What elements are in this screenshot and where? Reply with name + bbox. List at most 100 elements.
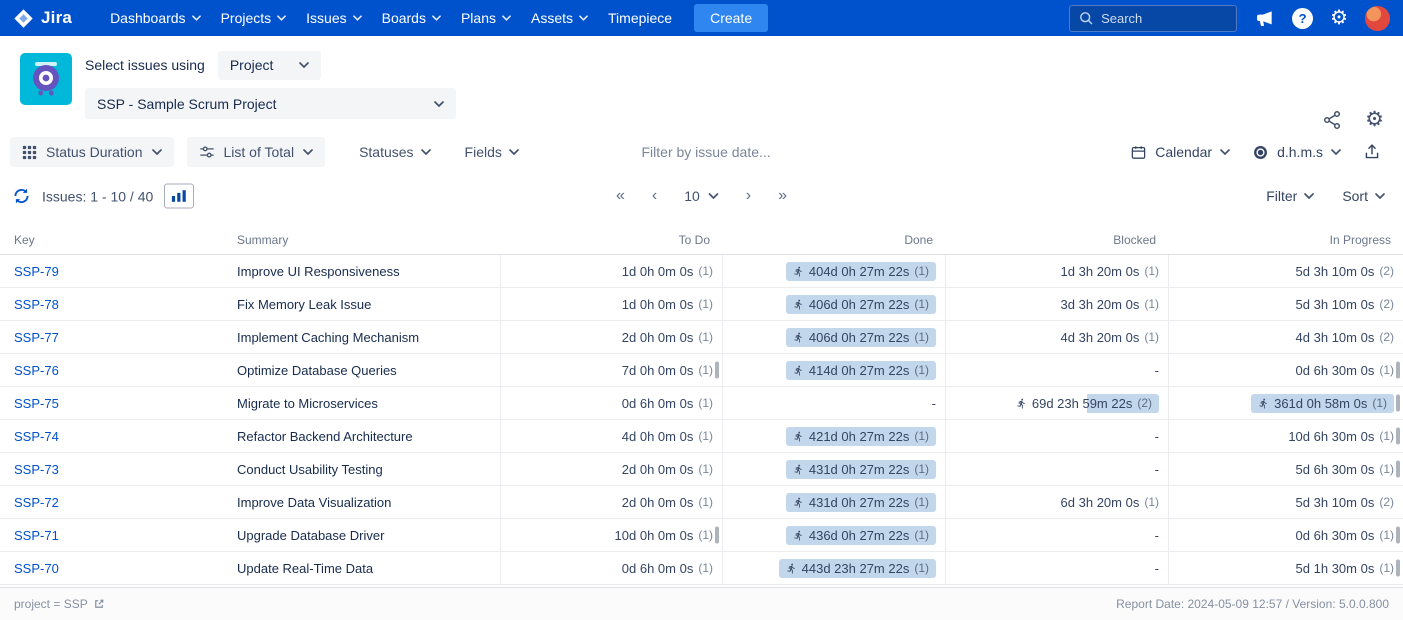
nav-item-assets[interactable]: Assets bbox=[521, 0, 598, 36]
next-page-button[interactable]: › bbox=[746, 187, 751, 205]
in-progress-cell: 5d 3h 10m 0s(2) bbox=[1168, 255, 1403, 287]
project-dropdown-value: SSP - Sample Scrum Project bbox=[97, 96, 276, 112]
cell-scrollbar[interactable] bbox=[1396, 560, 1400, 577]
issue-key-link[interactable]: SSP-72 bbox=[14, 495, 59, 510]
page-size-dropdown[interactable]: 10 bbox=[684, 188, 719, 204]
footer-filter-link[interactable]: project = SSP bbox=[14, 597, 105, 611]
chevron-down-icon bbox=[509, 149, 519, 155]
cell-scrollbar[interactable] bbox=[1396, 395, 1400, 412]
status-count: (1) bbox=[1379, 363, 1394, 377]
duration-format-value: d.h.m.s bbox=[1277, 144, 1323, 160]
issue-key-link[interactable]: SSP-70 bbox=[14, 561, 59, 576]
report-type-dropdown[interactable]: Status Duration bbox=[10, 137, 174, 167]
duration-badge: 421d 0h 27m 22s(1) bbox=[786, 427, 936, 446]
issue-key-link[interactable]: SSP-75 bbox=[14, 396, 59, 411]
cell-scrollbar[interactable] bbox=[715, 362, 719, 379]
issue-key-link[interactable]: SSP-73 bbox=[14, 462, 59, 477]
help-icon[interactable]: ? bbox=[1292, 8, 1313, 29]
issue-source-mode-dropdown[interactable]: Project bbox=[218, 51, 322, 80]
duration-text: 69d 23h 59m 22s bbox=[1032, 396, 1132, 411]
duration-badge: 406d 0h 27m 22s(1) bbox=[786, 328, 936, 347]
cell-scrollbar[interactable] bbox=[715, 527, 719, 544]
duration-format-dropdown[interactable]: d.h.m.s bbox=[1252, 144, 1341, 161]
blocked-cell: 4d 3h 20m 0s(1) bbox=[945, 321, 1168, 353]
sort-label: Sort bbox=[1342, 188, 1368, 204]
report-type-value: Status Duration bbox=[46, 144, 143, 160]
status-count: (1) bbox=[698, 264, 713, 278]
done-cell: 404d 0h 27m 22s(1) bbox=[722, 255, 945, 287]
runner-icon bbox=[793, 464, 804, 475]
issue-key-link[interactable]: SSP-79 bbox=[14, 264, 59, 279]
view-type-dropdown[interactable]: List of Total bbox=[187, 137, 326, 167]
status-count: (1) bbox=[914, 363, 929, 377]
duration-value: - bbox=[1155, 462, 1159, 477]
share-icon[interactable] bbox=[1322, 110, 1342, 130]
search-input[interactable] bbox=[1101, 11, 1221, 26]
issue-summary: Optimize Database Queries bbox=[237, 354, 500, 386]
chart-view-toggle[interactable] bbox=[164, 184, 194, 209]
chevron-down-icon bbox=[1220, 149, 1230, 155]
settings-gear-icon[interactable]: ⚙ bbox=[1330, 8, 1348, 28]
duration-text: 10d 6h 30m 0s bbox=[1288, 429, 1374, 444]
timepiece-app-icon bbox=[20, 53, 72, 105]
duration-value: 5d 1h 30m 0s(1) bbox=[1296, 561, 1394, 576]
table-row: SSP-78Fix Memory Leak Issue1d 0h 0m 0s(1… bbox=[0, 288, 1403, 321]
status-count: (1) bbox=[914, 528, 929, 542]
duration-value: 2d 0h 0m 0s(1) bbox=[622, 462, 713, 477]
issue-date-filter-input[interactable] bbox=[642, 144, 822, 160]
duration-badge: 443d 23h 27m 22s(1) bbox=[779, 559, 936, 578]
done-cell: 443d 23h 27m 22s(1) bbox=[722, 552, 945, 584]
duration-badge: 436d 0h 27m 22s(1) bbox=[786, 526, 936, 545]
duration-badge: 414d 0h 27m 22s(1) bbox=[786, 361, 936, 380]
report-settings-gear-icon[interactable]: ⚙ bbox=[1365, 109, 1384, 130]
user-avatar[interactable] bbox=[1365, 6, 1390, 31]
chevron-down-icon bbox=[579, 15, 588, 21]
issue-key-link[interactable]: SSP-78 bbox=[14, 297, 59, 312]
table-row: SSP-76Optimize Database Queries7d 0h 0m … bbox=[0, 354, 1403, 387]
nav-item-timepiece[interactable]: Timepiece bbox=[598, 0, 682, 36]
cell-scrollbar[interactable] bbox=[1396, 362, 1400, 379]
duration-text: 4d 3h 10m 0s bbox=[1296, 330, 1375, 345]
issue-key-link[interactable]: SSP-76 bbox=[14, 363, 59, 378]
statuses-dropdown[interactable]: Statuses bbox=[359, 144, 430, 160]
duration-value: 2d 0h 0m 0s(1) bbox=[622, 495, 713, 510]
chevron-down-icon bbox=[299, 62, 309, 68]
sort-dropdown[interactable]: Sort bbox=[1342, 188, 1385, 204]
table-row: SSP-77Implement Caching Mechanism2d 0h 0… bbox=[0, 321, 1403, 354]
nav-item-boards[interactable]: Boards bbox=[372, 0, 451, 36]
duration-text: 3d 3h 20m 0s bbox=[1061, 297, 1140, 312]
status-count: (1) bbox=[914, 429, 929, 443]
calendar-dropdown[interactable]: Calendar bbox=[1130, 144, 1230, 161]
duration-value: 10d 6h 30m 0s(1) bbox=[1288, 429, 1394, 444]
nav-item-dashboards[interactable]: Dashboards bbox=[100, 0, 211, 36]
duration-text: 0d 6h 0m 0s bbox=[622, 396, 694, 411]
navbar-search[interactable] bbox=[1069, 5, 1237, 32]
create-button[interactable]: Create bbox=[694, 4, 768, 32]
project-dropdown[interactable]: SSP - Sample Scrum Project bbox=[85, 88, 456, 119]
table-body: SSP-79Improve UI Responsiveness1d 0h 0m … bbox=[0, 255, 1403, 585]
nav-item-plans[interactable]: Plans bbox=[451, 0, 521, 36]
nav-item-issues[interactable]: Issues bbox=[296, 0, 371, 36]
in-progress-cell: 5d 3h 10m 0s(2) bbox=[1168, 486, 1403, 518]
last-page-button[interactable]: » bbox=[778, 187, 787, 205]
megaphone-icon[interactable] bbox=[1254, 8, 1275, 29]
done-cell: - bbox=[722, 387, 945, 419]
issue-key-link[interactable]: SSP-77 bbox=[14, 330, 59, 345]
jira-logo[interactable]: Jira bbox=[13, 8, 72, 29]
fields-dropdown[interactable]: Fields bbox=[465, 144, 519, 160]
status-count: (2) bbox=[1379, 330, 1394, 344]
cell-scrollbar[interactable] bbox=[1396, 461, 1400, 478]
nav-item-projects[interactable]: Projects bbox=[211, 0, 297, 36]
todo-cell: 0d 6h 0m 0s(1) bbox=[500, 552, 722, 584]
filter-dropdown[interactable]: Filter bbox=[1266, 188, 1314, 204]
first-page-button[interactable]: « bbox=[616, 187, 625, 205]
previous-page-button[interactable]: ‹ bbox=[652, 187, 657, 205]
refresh-icon[interactable] bbox=[12, 187, 31, 206]
export-icon[interactable] bbox=[1363, 143, 1381, 161]
runner-icon bbox=[1258, 398, 1269, 409]
issue-key-link[interactable]: SSP-74 bbox=[14, 429, 59, 444]
cell-scrollbar[interactable] bbox=[1396, 527, 1400, 544]
chevron-down-icon bbox=[434, 101, 444, 107]
cell-scrollbar[interactable] bbox=[1396, 428, 1400, 445]
issue-key-link[interactable]: SSP-71 bbox=[14, 528, 59, 543]
